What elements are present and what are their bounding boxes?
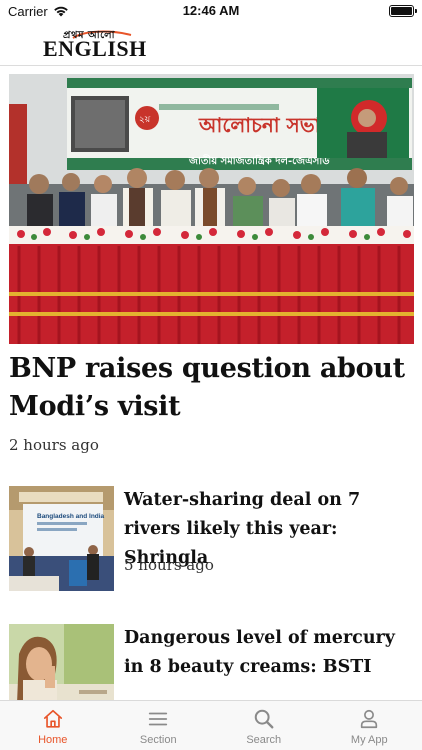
battery-icon <box>389 5 417 17</box>
news-feed[interactable]: ২য় আলোচনা সভা জাতীয় সমাজতান্ত্রিক দল-জ… <box>0 66 422 700</box>
tab-home[interactable]: Home <box>0 701 106 750</box>
tab-my-app[interactable]: My App <box>317 701 422 750</box>
tab-section[interactable]: Section <box>106 701 212 750</box>
thumb-banner-text: Bangladesh and India <box>37 513 105 520</box>
banner-party-text: জাতীয় সমাজতান্ত্রিক দল-জেএসডি <box>188 153 330 167</box>
app-logo[interactable]: প্রথম আলো ENGLISH <box>43 28 146 61</box>
home-icon <box>43 709 62 728</box>
hero-headline[interactable]: BNP raises question about Modi’s visit <box>9 350 409 426</box>
hero-photo: ২য় আলোচনা সভা জাতীয় সমাজতান্ত্রিক দল-জ… <box>9 74 414 344</box>
list-item[interactable]: Bangladesh and India Water-sharing deal … <box>9 486 414 596</box>
tab-label-section: Section <box>139 734 177 746</box>
hero-image[interactable]: ২য় আলোচনা সভা জাতীয় সমাজতান্ত্রিক দল-জ… <box>9 74 414 344</box>
story-headline[interactable]: Dangerous level of mercury in 8 beauty c… <box>124 624 414 682</box>
app-header: প্রথম আলো ENGLISH <box>0 22 422 66</box>
story-thumbnail <box>9 624 114 700</box>
logo-english-text: ENGLISH <box>43 36 147 61</box>
status-time: 12:46 AM <box>182 3 240 18</box>
tab-label-home: Home <box>38 734 68 746</box>
tab-search[interactable]: Search <box>211 701 317 750</box>
tab-label-search: Search <box>246 734 282 746</box>
hero-timestamp: 2 hours ago <box>9 436 99 454</box>
list-item[interactable]: Dangerous level of mercury in 8 beauty c… <box>9 624 414 700</box>
menu-icon <box>149 712 168 726</box>
tab-bar: Home Section Search My App <box>0 700 422 750</box>
user-icon <box>361 709 378 729</box>
story-timestamp: 5 hours ago <box>124 556 214 574</box>
banner-main-text: আলোচনা সভা <box>198 113 322 137</box>
tab-label-my-app: My App <box>350 734 388 746</box>
search-icon <box>254 709 274 729</box>
status-bar: Carrier 12:46 AM <box>0 0 422 22</box>
story-thumbnail: Bangladesh and India <box>9 486 114 591</box>
svg-text:২য়: ২য় <box>139 115 151 125</box>
